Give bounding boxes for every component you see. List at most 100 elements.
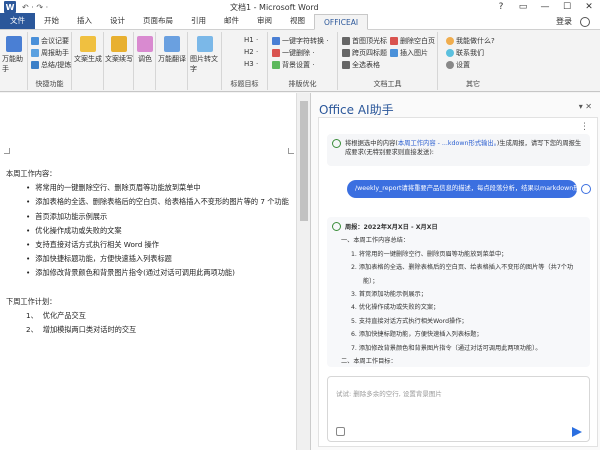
paragraph-text: 本周工作内容： — [6, 169, 57, 178]
group-image: 图片转文字 — [188, 32, 222, 90]
response-line: 二、本周工作目标： — [341, 358, 397, 365]
send-icon[interactable] — [572, 427, 582, 437]
list-bullet: 1、 — [26, 311, 38, 320]
ribbon-tabs: 文件 开始 插入 设计 页面布局 引用 邮件 审阅 视图 OFFICEAI 登录 — [0, 13, 600, 30]
paragraph-text: 支持直接对话方式执行相关 Word 操作 — [35, 240, 159, 249]
document-paragraph: 2、 增加模拟两口类对话时的交互 — [26, 325, 136, 335]
response-line: 7. 添加修改背景颜色和背景图片指令（通过对话可调用此两项功能）。 — [351, 344, 542, 352]
table-title-icon — [342, 49, 350, 57]
weekly-report-button[interactable]: 周报助手 — [31, 48, 69, 58]
attach-icon[interactable] — [336, 427, 345, 436]
list-bullet: • — [26, 197, 31, 207]
group-label: 文档工具 — [373, 80, 402, 88]
image-to-text-button[interactable]: 图片转文字 — [190, 36, 220, 74]
heading3-button[interactable]: H3 · — [244, 60, 258, 68]
minimize-icon[interactable]: — — [534, 0, 556, 14]
paragraph-text: 优化操作成功或失败的文案 — [35, 225, 122, 235]
tab-references[interactable]: 引用 — [182, 13, 215, 29]
tab-design[interactable]: 设计 — [101, 13, 134, 29]
rewrite-icon — [111, 36, 127, 52]
doc-rewrite-button[interactable]: 文案续写 — [105, 36, 133, 64]
tab-review[interactable]: 审阅 — [248, 13, 281, 29]
close-icon[interactable]: ✕ — [578, 0, 600, 14]
document-paragraph: • 将常用的一键删除空行、删除页眉等功能放到菜单中 — [26, 183, 201, 193]
delete-icon — [272, 49, 280, 57]
list-bullet: • — [26, 225, 31, 235]
margin-mark — [4, 148, 10, 154]
response-line: 5. 支持直接对话方式执行相关Word操作； — [351, 317, 468, 325]
translate-button[interactable]: 万能翻译 — [158, 36, 186, 64]
tab-officeai[interactable]: OFFICEAI — [314, 14, 369, 30]
notes-icon — [31, 37, 39, 45]
undo-redo-controls[interactable]: ↶ · ↷ · — [22, 3, 48, 12]
contact-icon — [446, 49, 454, 57]
vertical-scrollbar[interactable] — [296, 93, 310, 450]
tab-home[interactable]: 开始 — [35, 13, 68, 29]
adjust-button[interactable]: 调色 — [135, 36, 155, 64]
list-bullet: • — [26, 268, 31, 278]
tab-file[interactable]: 文件 — [0, 13, 35, 29]
list-bullet: • — [26, 211, 31, 221]
paragraph-text: 下周工作计划： — [6, 296, 57, 306]
ribbon: 万能助手 会议记要 周报助手 总结/提炼 快捷功能 文案生成 文案续写 调色 万… — [0, 30, 600, 92]
insert-image-button[interactable]: 插入图片 — [390, 48, 428, 58]
select-tables-button[interactable]: 全选表格 — [342, 60, 380, 70]
paragraph-text: 添加表格的全选、删除表格后的空白页、给表格插入不变形的图片等的 7 个功能 — [35, 197, 289, 207]
feedback-face-icon[interactable] — [580, 17, 590, 27]
maximize-icon[interactable]: ☐ — [556, 0, 578, 14]
prompt-selection-link[interactable]: 本周工作内容 - ...kdown形式输出。 — [398, 140, 497, 147]
robot-icon — [6, 36, 22, 52]
doc-gen-icon — [80, 36, 96, 52]
tab-layout[interactable]: 页面布局 — [134, 13, 182, 29]
document-paragraph: • 添加修改背景颜色和背景图片指令(通过对话可调用此两项功能) — [26, 268, 235, 278]
cross-page-title-button[interactable]: 跨页四标题 — [342, 48, 387, 58]
window-controls: ? ▭ — ☐ ✕ — [490, 0, 600, 14]
prompt-text: 将根据选中的内容( — [345, 140, 398, 147]
document-paragraph: 1、 优化产品交互 — [26, 311, 86, 321]
delete-blank-page-button[interactable]: 删除空白页 — [390, 36, 435, 46]
document-paragraph: • 支持直接对话方式执行相关 Word 操作 — [26, 240, 159, 250]
settings-button[interactable]: 设置 — [446, 60, 470, 70]
group-doc-rewrite: 文案续写 — [104, 32, 134, 90]
background-button[interactable]: 背景设置 · — [272, 60, 314, 70]
document-page[interactable]: 本周工作内容： • 将常用的一键删除空行、删除页眉等功能放到菜单中 • 添加表格的全选、… — [0, 93, 296, 450]
scroll-thumb[interactable] — [300, 101, 308, 221]
tab-mailings[interactable]: 邮件 — [215, 13, 248, 29]
group-headings: H1 · H2 · H3 · 标题目标 — [222, 32, 268, 90]
group-assistant: 万能助手 — [0, 32, 28, 90]
one-click-delete-button[interactable]: 一键删除 · — [272, 48, 314, 58]
palette-icon — [137, 36, 153, 52]
login-link[interactable]: 登录 — [556, 16, 572, 27]
more-options-icon[interactable]: ⋮ — [580, 122, 589, 132]
doc-gen-button[interactable]: 文案生成 — [74, 36, 102, 64]
response-line: 3. 首页添加功能示例展示； — [351, 291, 427, 298]
page-delete-icon — [390, 37, 398, 45]
tab-view[interactable]: 视图 — [281, 13, 314, 29]
assistant-prompt-message: 将根据选中的内容(本周工作内容 - ...kdown形式输出。)生成周报，请写下… — [327, 134, 590, 166]
heading2-button[interactable]: H2 · — [244, 48, 258, 56]
heading1-button[interactable]: H1 · — [244, 36, 258, 44]
help-icon[interactable]: ? — [490, 0, 512, 14]
table-icon — [342, 61, 350, 69]
ribbon-display-icon[interactable]: ▭ — [512, 0, 534, 14]
tab-insert[interactable]: 插入 — [68, 13, 101, 29]
assistant-response: 周报：2022年X月X日 - X月X日 一、本周工作内容总结： 1. 将常用的一键删… — [327, 217, 590, 367]
first-cursor-button[interactable]: 首图顶光标 — [342, 36, 387, 46]
group-label: 其它 — [466, 80, 480, 88]
assistant-button[interactable]: 万能助手 — [2, 36, 26, 74]
user-avatar-icon — [581, 184, 591, 194]
what-can-i-do-button[interactable]: 我能做什么? — [446, 36, 495, 46]
group-doc-gen: 文案生成 — [72, 32, 104, 90]
gear-icon — [446, 61, 454, 69]
summarize-button[interactable]: 总结/提炼 — [31, 60, 71, 70]
list-bullet: 2、 — [26, 325, 38, 335]
panel-controls[interactable]: ▾ ✕ — [579, 102, 592, 111]
chat-input[interactable]: 试试: 删除多余的空行, 设置背景图片 — [327, 376, 590, 442]
char-convert-button[interactable]: 一键字符转换 · — [272, 36, 328, 46]
document-paragraph: 下周工作计划： — [6, 297, 56, 307]
group-other: 我能做什么? 联系我们 设置 其它 — [438, 32, 508, 90]
contact-us-button[interactable]: 联系我们 — [446, 48, 484, 58]
title-bar: W ↶ · ↷ · 文档1 - Microsoft Word ? ▭ — ☐ ✕ — [0, 0, 600, 14]
response-line: 4. 优化操作成功或失败的文案； — [351, 304, 440, 312]
meeting-notes-button[interactable]: 会议记要 — [31, 36, 69, 46]
